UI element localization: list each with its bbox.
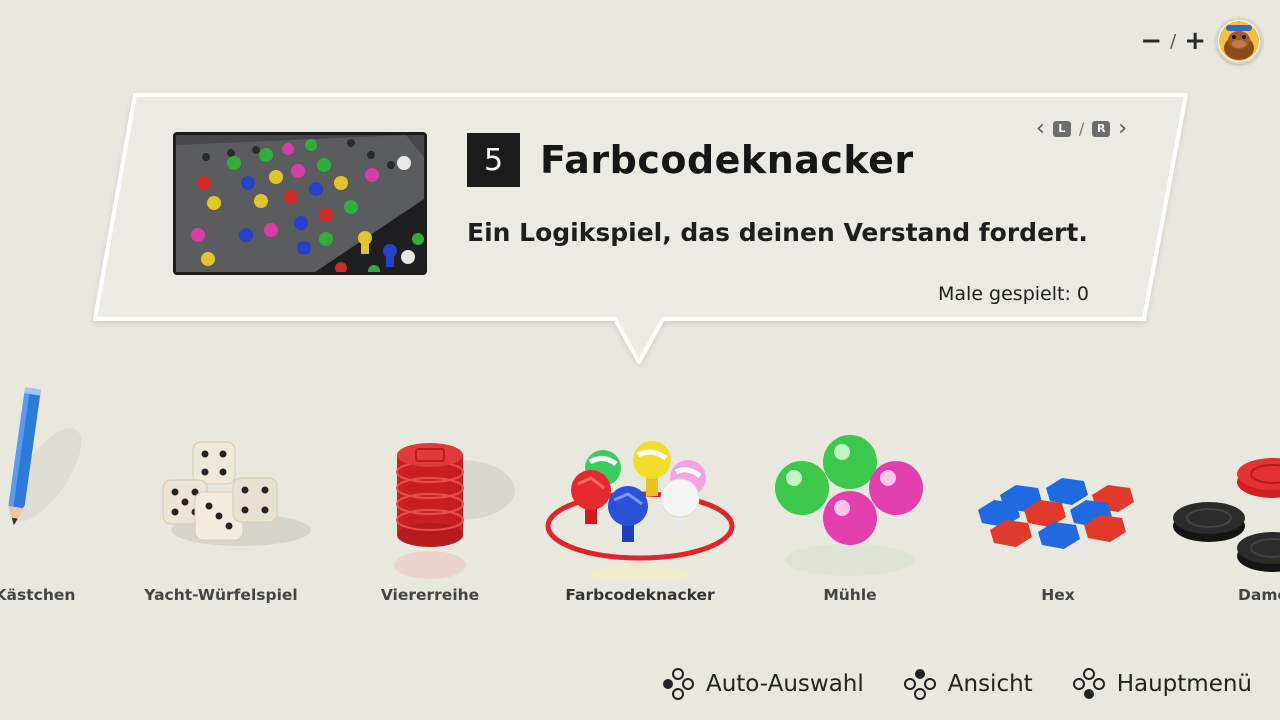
carousel-item-dame[interactable]: Dame bbox=[1163, 380, 1280, 620]
times-played-label: Male gespielt: bbox=[938, 283, 1071, 305]
r-button-icon: R bbox=[1092, 120, 1111, 137]
game-number-badge: 5 bbox=[467, 133, 520, 187]
carousel-item-farbcodeknacker[interactable]: Farbcodeknacker bbox=[540, 380, 740, 620]
times-played-count: 0 bbox=[1076, 283, 1089, 305]
stacked-chips-icon bbox=[394, 443, 515, 579]
view-hint[interactable]: Ansicht bbox=[903, 668, 1033, 700]
marbles-icon bbox=[775, 435, 923, 576]
code-breaker-board-image bbox=[176, 135, 424, 272]
auto-select-hint[interactable]: Auto-Auswahl bbox=[662, 668, 864, 700]
button-cluster-icon bbox=[1072, 668, 1105, 699]
button-cluster-icon bbox=[662, 668, 694, 700]
button-hints: Auto-Auswahl Ansicht Hauptmenü bbox=[662, 668, 1252, 700]
main-menu-label: Hauptmenü bbox=[1116, 671, 1252, 697]
main-menu-hint[interactable]: Hauptmenü bbox=[1072, 668, 1252, 700]
game-description: Ein Logikspiel, das deinen Verstand ford… bbox=[467, 218, 1088, 247]
checkers-icon bbox=[1173, 458, 1280, 572]
auto-select-label: Auto-Auswahl bbox=[705, 671, 864, 697]
carousel-item-yacht-wuerfelspiel[interactable]: Yacht-Würfelspiel bbox=[121, 380, 321, 620]
chevron-right-icon[interactable]: › bbox=[1118, 116, 1127, 141]
l-button-icon: L bbox=[1052, 120, 1071, 137]
hex-tiles-icon bbox=[978, 478, 1134, 549]
pencil-icon bbox=[8, 387, 82, 526]
carousel-label: Mühle bbox=[823, 586, 877, 604]
game-navigation: ‹ L / R › bbox=[1036, 116, 1127, 141]
carousel-item-hex[interactable]: Hex bbox=[958, 380, 1158, 620]
code-pegs-icon bbox=[545, 441, 735, 580]
carousel-label: Yacht-Würfelspiel bbox=[144, 586, 298, 604]
nav-separator: / bbox=[1078, 119, 1085, 138]
dice-icon bbox=[162, 441, 311, 546]
carousel-item-kaestchen[interactable]: Kästchen bbox=[0, 380, 135, 620]
view-label: Ansicht bbox=[947, 671, 1033, 697]
times-played: Male gespielt: 0 bbox=[938, 283, 1089, 305]
game-info-panel: 5 Farbcodeknacker Ein Logikspiel, das de… bbox=[0, 0, 1280, 380]
game-title: Farbcodeknacker bbox=[540, 138, 914, 182]
carousel-item-viererreihe[interactable]: Viererreihe bbox=[330, 380, 530, 620]
carousel-label: Viererreihe bbox=[380, 586, 480, 604]
carousel-label: Hex bbox=[1041, 586, 1075, 604]
button-cluster-icon bbox=[903, 669, 936, 700]
chevron-left-icon[interactable]: ‹ bbox=[1036, 116, 1045, 141]
carousel-label: Dame bbox=[1238, 586, 1280, 604]
carousel-label: Farbcodeknacker bbox=[565, 586, 715, 604]
game-thumbnail bbox=[173, 132, 427, 275]
carousel-item-muehle[interactable]: Mühle bbox=[750, 380, 950, 620]
